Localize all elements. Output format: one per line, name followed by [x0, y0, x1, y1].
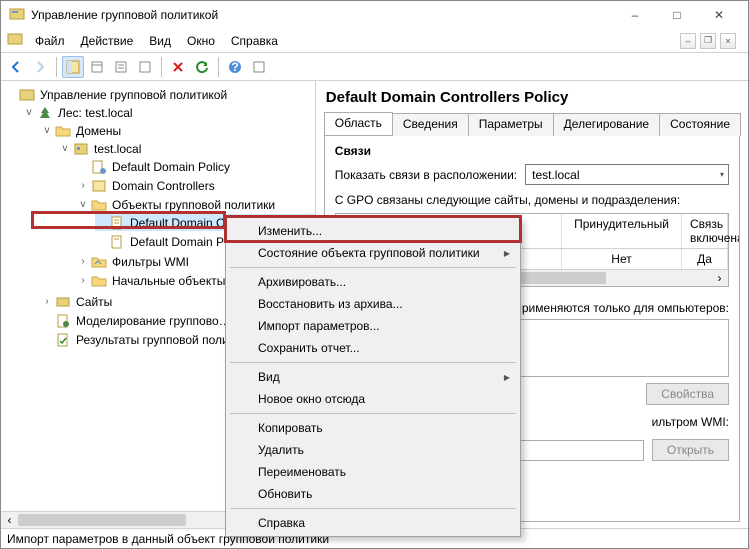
tab-scope[interactable]: Область [324, 112, 393, 135]
maximize-button[interactable]: □ [656, 1, 698, 29]
domain-icon [73, 141, 89, 157]
scroll-thumb[interactable] [18, 514, 186, 526]
menu-file[interactable]: Файл [27, 31, 73, 51]
scroll-right-icon[interactable]: › [711, 270, 728, 286]
tabs: Область Сведения Параметры Делегирование… [324, 112, 740, 136]
results-icon [55, 332, 71, 348]
ctx-new-window[interactable]: Новое окно отсюда [228, 388, 518, 410]
tree-dc[interactable]: ›Domain Controllers [77, 177, 315, 194]
back-button[interactable] [5, 56, 27, 78]
show-tree-button[interactable] [62, 56, 84, 78]
title-bar: Управление групповой политикой – □ ✕ [1, 1, 748, 29]
gpo-link-icon [91, 159, 107, 175]
col-enforced[interactable]: Принудительный [562, 214, 682, 248]
ctx-backup[interactable]: Архивировать... [228, 271, 518, 293]
ctx-refresh[interactable]: Обновить [228, 483, 518, 505]
menu-bar: Файл Действие Вид Окно Справка – ❐ × [1, 29, 748, 53]
ctx-import[interactable]: Импорт параметров... [228, 315, 518, 337]
tool-button-1[interactable] [86, 56, 108, 78]
app-icon [9, 6, 25, 25]
gpmc-icon [19, 87, 35, 103]
delete-button[interactable] [167, 56, 189, 78]
context-menu: Изменить... Состояние объекта групповой … [225, 217, 521, 537]
col-link[interactable]: Связь включена [682, 214, 728, 248]
wmi-icon [91, 254, 107, 270]
close-button[interactable]: ✕ [698, 1, 740, 29]
ctx-copy[interactable]: Копировать [228, 417, 518, 439]
menu-view[interactable]: Вид [141, 31, 179, 51]
modeling-icon [55, 313, 71, 329]
menu-action[interactable]: Действие [73, 31, 142, 51]
tool-button-4[interactable] [248, 56, 270, 78]
tab-settings[interactable]: Параметры [468, 113, 554, 136]
ctx-edit[interactable]: Изменить... [228, 220, 518, 242]
tree-domain[interactable]: v test.local [59, 140, 315, 157]
folder-icon [91, 197, 107, 213]
ctx-restore[interactable]: Восстановить из архива... [228, 293, 518, 315]
toolbar: ? [1, 53, 748, 81]
ctx-rename[interactable]: Переименовать [228, 461, 518, 483]
tree-domains[interactable]: v Домены [41, 122, 315, 139]
tab-status[interactable]: Состояние [659, 113, 741, 136]
links-location-select[interactable]: test.local ▾ [525, 164, 729, 185]
folder-icon [55, 123, 71, 139]
window-title: Управление групповой политикой [31, 8, 614, 22]
ctx-save-report[interactable]: Сохранить отчет... [228, 337, 518, 359]
refresh-button[interactable] [191, 56, 213, 78]
links-sub: С GPO связаны следующие сайты, домены и … [335, 193, 729, 207]
mdi-close-icon[interactable]: × [720, 33, 736, 49]
gpo-icon [109, 234, 125, 250]
chevron-down-icon: ▾ [720, 170, 724, 179]
detail-title: Default Domain Controllers Policy [326, 89, 740, 106]
ou-icon [91, 178, 107, 194]
ctx-delete[interactable]: Удалить [228, 439, 518, 461]
mdi-controls: – ❐ × [680, 33, 742, 49]
tree-ddp[interactable]: Default Domain Policy [77, 158, 315, 175]
ctx-view[interactable]: Вид [228, 366, 518, 388]
tab-delegation[interactable]: Делегирование [553, 113, 660, 136]
ctx-gpo-status[interactable]: Состояние объекта групповой политики [228, 242, 518, 264]
tree-forest[interactable]: v Лес: test.local [23, 104, 315, 121]
minimize-button[interactable]: – [614, 1, 656, 29]
ctx-help[interactable]: Справка [228, 512, 518, 534]
open-button[interactable]: Открыть [652, 439, 729, 461]
links-loc-label: Показать связи в расположении: [335, 168, 517, 182]
links-location-value: test.local [532, 168, 579, 182]
forest-icon [37, 105, 53, 121]
mdi-restore-icon[interactable]: ❐ [700, 33, 716, 49]
svg-text:?: ? [231, 60, 238, 74]
tool-button-2[interactable] [110, 56, 132, 78]
tree-root[interactable]: Управление групповой политикой [5, 86, 315, 103]
tree-gpo-folder[interactable]: vОбъекты групповой политики [77, 196, 315, 213]
mdi-minimize-icon[interactable]: – [680, 33, 696, 49]
app-icon-small [7, 31, 23, 50]
scroll-left-icon[interactable]: ‹ [1, 512, 18, 528]
folder-icon [91, 273, 107, 289]
links-header: Связи [335, 144, 729, 158]
help-button[interactable]: ? [224, 56, 246, 78]
forward-button[interactable] [29, 56, 51, 78]
menu-help[interactable]: Справка [223, 31, 286, 51]
properties-button[interactable]: Свойства [646, 383, 729, 405]
gpo-icon [109, 215, 125, 231]
menu-window[interactable]: Окно [179, 31, 223, 51]
tool-button-3[interactable] [134, 56, 156, 78]
tab-details[interactable]: Сведения [392, 113, 469, 136]
sites-icon [55, 294, 71, 310]
